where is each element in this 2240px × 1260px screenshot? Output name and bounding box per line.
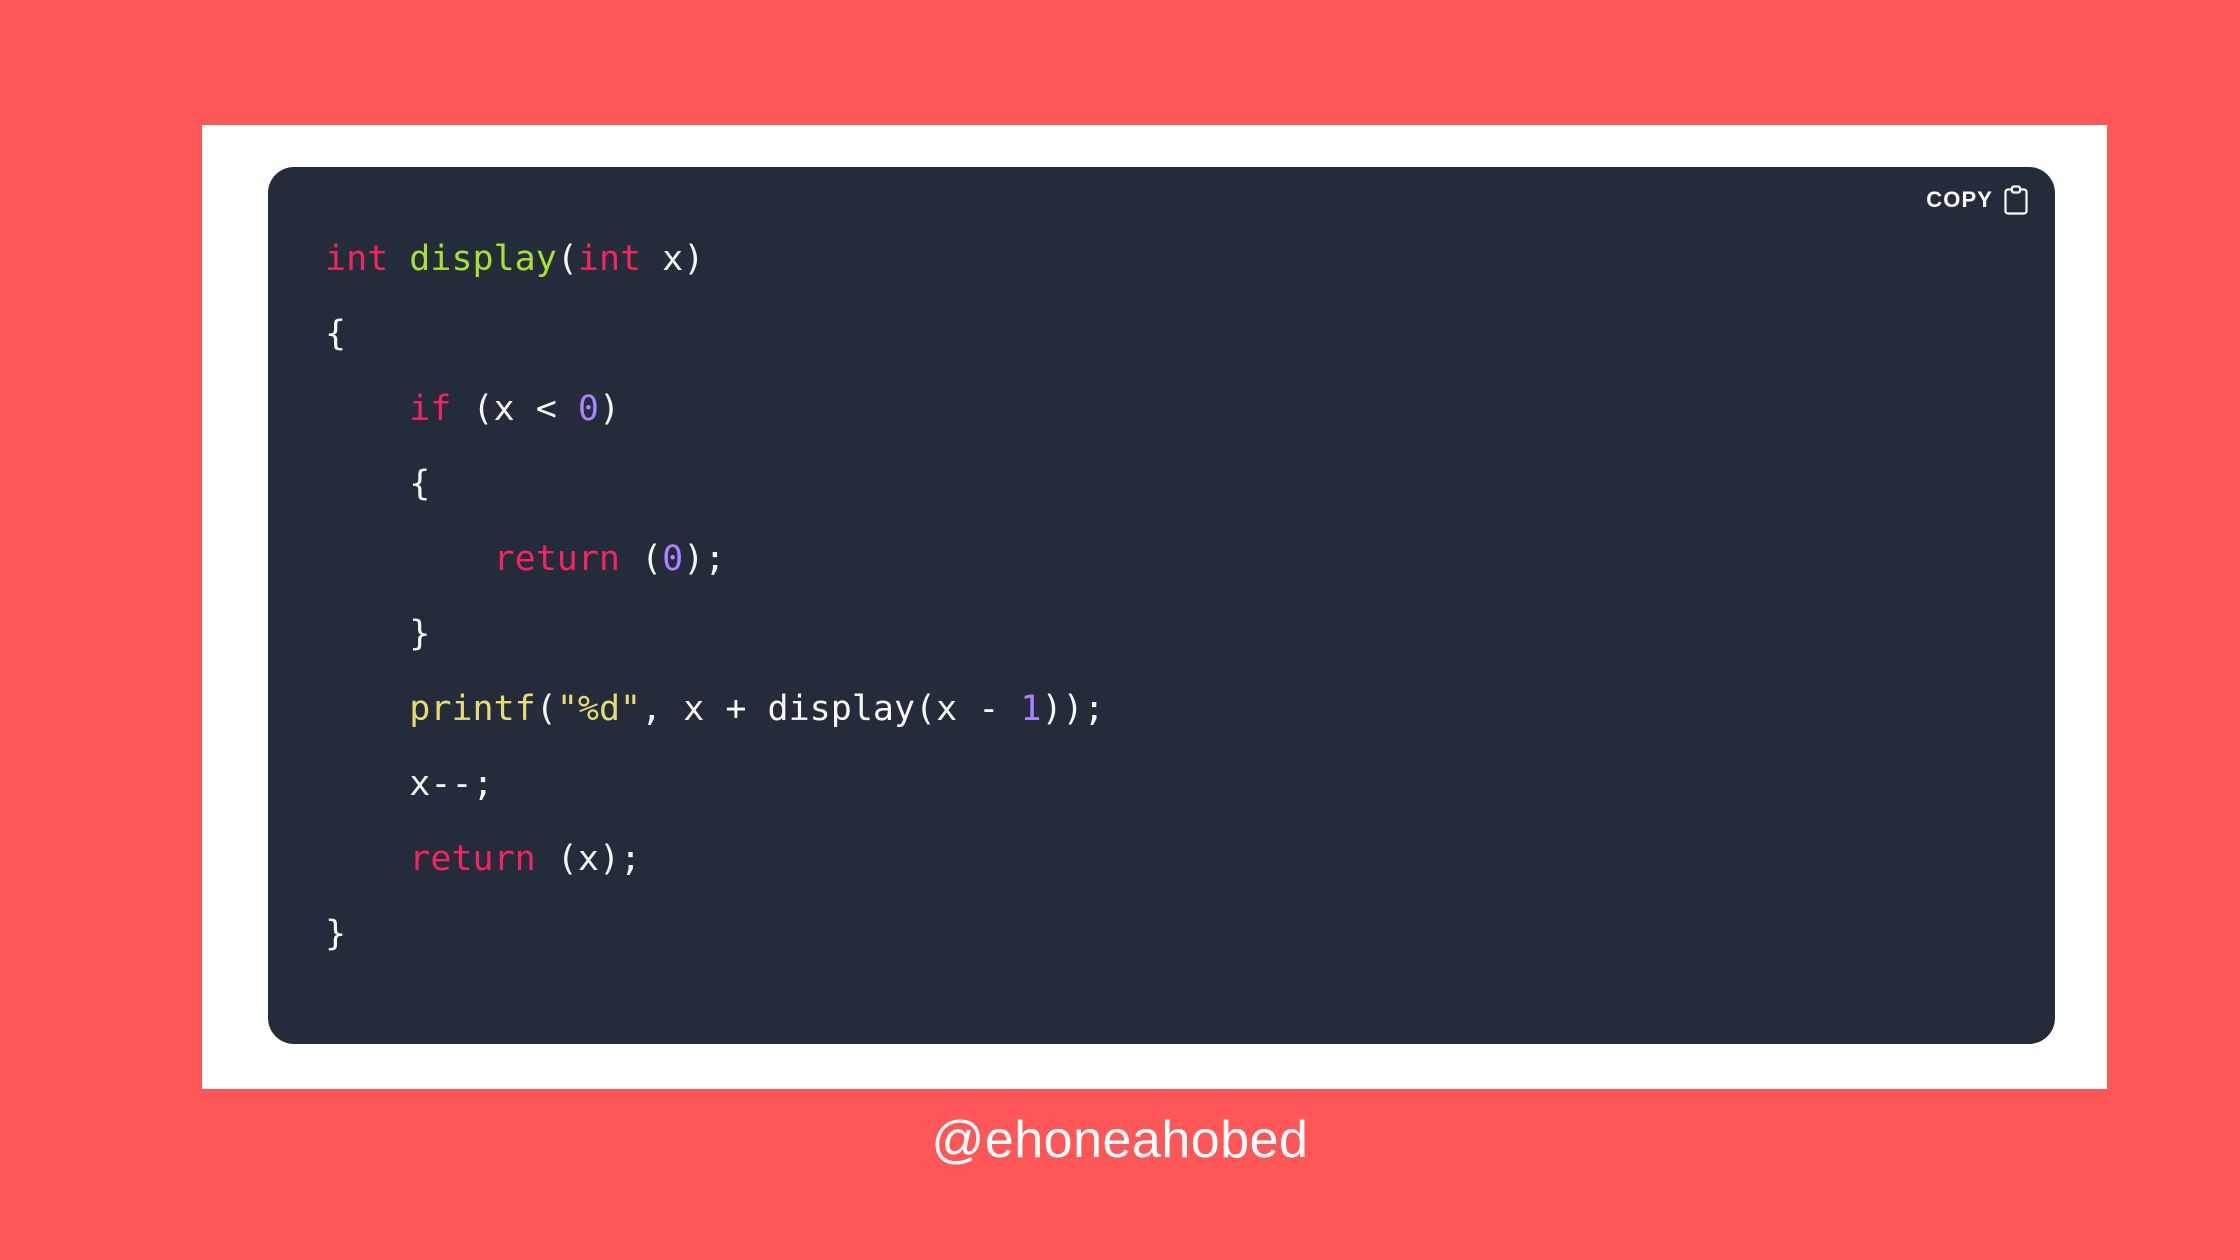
code-line: x--; (325, 747, 2035, 822)
code-token: return (409, 839, 536, 879)
copy-button[interactable]: COPY (1926, 185, 2029, 215)
code-token: { (325, 314, 347, 354)
clipboard-icon (2003, 185, 2029, 215)
code-token: int (577, 239, 642, 279)
code-line: { (325, 447, 2035, 522)
code-line: } (325, 597, 2035, 672)
code-token: } (409, 614, 431, 654)
code-line: { (325, 297, 2035, 372)
code-block: int display(int x){ if (x < 0) { return … (325, 222, 2035, 972)
code-token: if (409, 389, 452, 429)
code-token: { (409, 464, 431, 504)
code-token: printf (409, 689, 536, 729)
code-token: ( (620, 539, 663, 579)
code-token: x) (641, 239, 705, 279)
code-token: int (325, 239, 389, 279)
code-token: ) (598, 389, 621, 429)
code-token: ( (556, 239, 578, 279)
code-line: printf("%d", x + display(x - 1)); (325, 672, 2035, 747)
code-token: 0 (577, 389, 599, 429)
code-line: return (0); (325, 522, 2035, 597)
code-token: (x < (451, 389, 578, 429)
code-token: "%d" (556, 689, 642, 729)
code-line: return (x); (325, 822, 2035, 897)
code-token: } (325, 914, 347, 954)
code-token: (x); (535, 839, 642, 879)
watermark-handle: @ehoneahobed (931, 1111, 1309, 1169)
code-line: } (325, 897, 2035, 972)
code-token: return (493, 539, 621, 579)
code-line: int display(int x) (325, 222, 2035, 297)
code-token: 0 (662, 539, 684, 579)
snippet-card: COPY int display(int x){ if (x < 0) { re… (202, 125, 2107, 1089)
code-token: display (409, 239, 557, 279)
code-token: )); (1041, 689, 1105, 729)
copy-button-label: COPY (1926, 187, 1993, 212)
code-token: ); (683, 539, 726, 579)
code-token: , x + display(x - (641, 689, 1021, 729)
code-token: 1 (1020, 689, 1042, 729)
code-panel: COPY int display(int x){ if (x < 0) { re… (268, 167, 2055, 1044)
code-line: if (x < 0) (325, 372, 2035, 447)
code-token: x--; (409, 764, 494, 804)
code-token: ( (535, 689, 557, 729)
